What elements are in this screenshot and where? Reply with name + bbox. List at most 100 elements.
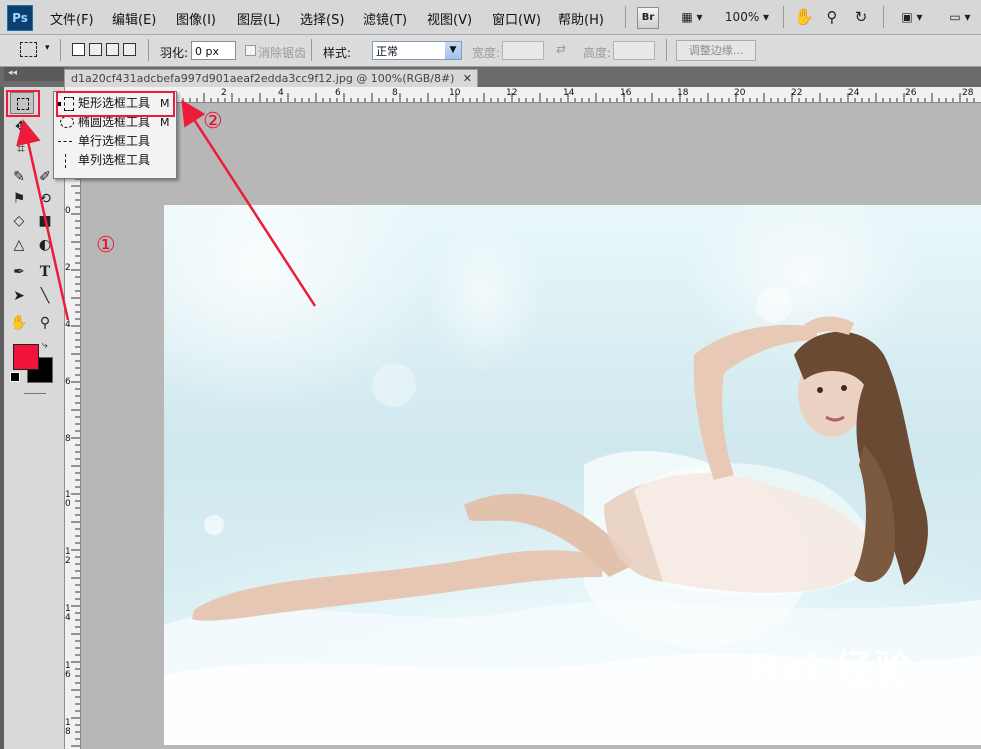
blur-tool-icon[interactable]: △ [8,235,30,255]
style-label: 样式: [323,46,352,60]
collapse-arrows-icon[interactable]: ◂◂ [8,68,17,78]
annotation-box-menu-item [56,91,175,117]
height-input[interactable] [613,41,655,60]
step-2-marker: ② [203,109,223,134]
refine-edge-button[interactable]: 调整边缘... [676,40,756,61]
screen-mode-icon[interactable]: ▦ ▾ [673,7,711,27]
ruler-number: 12 [506,88,518,98]
dodge-tool-icon[interactable]: ◐ [34,235,56,255]
antialias-label: 消除锯齿 [258,46,307,60]
ruler-number: 28 [962,88,974,98]
subtract-from-selection-icon[interactable] [106,43,119,56]
swap-colors-icon[interactable]: ⤷ [42,340,48,351]
quick-mask-icon[interactable] [24,393,46,394]
zoom-level-value: 100% [724,10,760,24]
hand-tool-icon[interactable]: ✋ [8,313,30,333]
type-tool-icon[interactable]: T [34,262,56,282]
move-tool-icon[interactable]: ✥ [10,117,32,137]
menu-view[interactable]: 视图(V) [427,9,472,28]
path-selection-icon[interactable]: ➤ [8,286,30,306]
ruler-number: 18 [65,718,71,737]
options-separator [666,39,667,61]
ruler-number: 18 [677,88,689,98]
flyout-item-single-column-marquee[interactable]: 单列选框工具 [54,151,176,170]
width-input[interactable] [502,41,544,60]
intersect-selection-icon[interactable] [123,43,136,56]
style-select[interactable]: 正常 ▼ [372,41,462,60]
chevron-down-icon: ▼ [445,42,461,59]
menu-edit[interactable]: 编辑(E) [112,9,156,28]
ruler-number: 2 [221,88,227,98]
gradient-tool-icon[interactable]: ■ [34,211,56,231]
width-label: 宽度: [472,46,501,60]
swap-dimensions-icon[interactable]: ⇄ [556,42,566,56]
arrange-documents-icon[interactable]: ▣ ▾ [894,7,930,27]
vertical-ruler: 0 2 4 6 8 10 12 14 16 18 [64,102,81,749]
single-column-icon [65,154,67,168]
healing-brush-icon[interactable]: ✎ [8,167,30,187]
single-row-icon [58,141,72,143]
flyout-item-label: 单行选框工具 [78,134,151,148]
menu-separator [625,6,626,28]
antialias-checkbox[interactable] [245,45,256,56]
menu-layer[interactable]: 图层(L) [237,9,280,28]
flyout-item-single-row-marquee[interactable]: 单行选框工具 [54,132,176,151]
ruler-number: 0 [65,206,71,216]
options-separator [311,39,312,61]
ruler-number: 26 [905,88,917,98]
close-icon[interactable]: ✕ [463,70,472,88]
menu-filter[interactable]: 滤镜(T) [363,9,407,28]
foreground-color-swatch[interactable] [13,344,39,370]
ruler-number: 6 [335,88,341,98]
default-colors-icon[interactable] [10,372,20,382]
line-tool-icon[interactable]: ╲ [34,286,56,306]
photoshop-logo: Ps [7,5,33,31]
feather-input[interactable]: 0 px [191,41,236,60]
rotate-view-icon[interactable]: ↻ [851,7,871,27]
ruler-number: 16 [620,88,632,98]
horizontal-ruler: 2 4 6 8 10 12 14 16 18 20 22 24 26 28 [64,87,981,103]
height-label: 高度: [583,46,612,60]
document-tab[interactable]: d1a20cf431adcbefa997d901aeaf2edda3cc9f12… [64,69,478,87]
ruler-number: 6 [65,377,71,387]
ruler-number: 24 [848,88,860,98]
menu-window[interactable]: 窗口(W) [492,9,541,28]
ruler-ticks [64,93,975,102]
ruler-number: 20 [734,88,746,98]
menu-separator [783,6,784,28]
clone-stamp-icon[interactable]: ⚑ [8,189,30,209]
add-to-selection-icon[interactable] [89,43,102,56]
menu-file[interactable]: 文件(F) [50,9,94,28]
menu-select[interactable]: 选择(S) [300,9,344,28]
ruler-number: 8 [65,434,71,444]
watermark-logo: Bai 经验 [750,647,913,691]
zoom-tool-icon[interactable]: ⚲ [822,7,842,27]
ruler-number: 14 [563,88,575,98]
screen-layout-icon[interactable]: ▭ ▾ [942,7,978,27]
pen-tool-icon[interactable]: ✒ [8,262,30,282]
ruler-number: 10 [449,88,461,98]
marquee-preset-icon[interactable] [20,42,37,57]
menu-help[interactable]: 帮助(H) [558,9,604,28]
zoom-tool-icon[interactable]: ⚲ [34,313,56,333]
ruler-number: 16 [65,661,71,680]
bridge-button[interactable]: Br [637,7,659,29]
flyout-item-label: 单列选框工具 [78,153,151,167]
hand-tool-icon[interactable]: ✋ [794,7,814,27]
history-brush-icon[interactable]: ⟲ [34,189,56,209]
new-selection-icon[interactable] [72,43,85,56]
crop-tool-icon[interactable]: ⌗ [10,139,32,159]
preset-dropdown-arrow-icon[interactable]: ▾ [45,43,50,53]
options-separator [60,39,61,61]
ellipse-marquee-icon [60,116,74,128]
ruler-number: 14 [65,604,71,623]
menu-image[interactable]: 图像(I) [176,9,216,28]
ruler-number: 10 [65,490,71,509]
zoom-level-dropdown[interactable]: 100% ▾ [720,7,774,27]
eraser-tool-icon[interactable]: ◇ [8,211,30,231]
watermark-url: jingyan.baidu.com [757,708,933,730]
ruler-number: 4 [65,320,71,330]
step-1-marker: ① [96,233,116,258]
ruler-ticks [71,102,80,747]
document-tab-title: d1a20cf431adcbefa997d901aeaf2edda3cc9f12… [71,72,455,85]
